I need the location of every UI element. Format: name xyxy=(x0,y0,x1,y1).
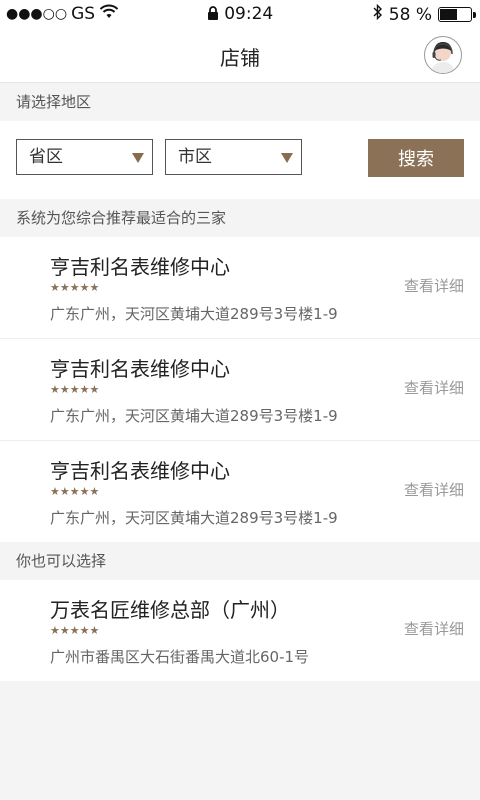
bluetooth-icon xyxy=(373,3,383,25)
store-item[interactable]: 亨吉利名表维修中心 ★★★★★ 广东广州，天河区黄埔大道289号3号楼1-9 查… xyxy=(0,441,480,542)
search-button[interactable]: 搜索 xyxy=(368,139,464,177)
view-details-link[interactable]: 查看详细 xyxy=(404,275,464,296)
clock-time: 09:24 xyxy=(224,4,274,24)
store-name: 亨吉利名表维修中心 xyxy=(50,357,230,381)
store-address: 广东广州，天河区黄埔大道289号3号楼1-9 xyxy=(50,305,338,323)
battery-icon xyxy=(438,7,476,22)
alternative-store-list: 万表名匠维修总部（广州） ★★★★★ 广州市番禺区大石街番禺大道北60-1号 查… xyxy=(0,580,480,681)
page-title: 店铺 xyxy=(220,46,260,70)
star-rating: ★★★★★ xyxy=(50,383,100,396)
region-section-label: 请选择地区 xyxy=(0,83,480,121)
province-select[interactable]: 省区 xyxy=(16,139,153,175)
battery-percent: 58 % xyxy=(388,4,432,25)
store-name: 万表名匠维修总部（广州） xyxy=(50,598,290,622)
recommended-section-label: 系统为您综合推荐最适合的三家 xyxy=(0,199,480,237)
star-rating: ★★★★★ xyxy=(50,624,100,637)
recommended-store-list: 亨吉利名表维修中心 ★★★★★ 广东广州，天河区黄埔大道289号3号楼1-9 查… xyxy=(0,237,480,542)
alternative-section-label: 你也可以选择 xyxy=(0,542,480,580)
store-address: 广东广州，天河区黄埔大道289号3号楼1-9 xyxy=(50,407,338,425)
view-details-link[interactable]: 查看详细 xyxy=(404,377,464,398)
store-name: 亨吉利名表维修中心 xyxy=(50,255,230,279)
avatar[interactable] xyxy=(424,36,462,74)
chevron-down-icon xyxy=(281,153,293,163)
lock-icon xyxy=(207,4,224,24)
battery-fill xyxy=(440,9,457,20)
city-select[interactable]: 市区 xyxy=(165,139,302,175)
store-address: 广州市番禺区大石街番禺大道北60-1号 xyxy=(50,648,310,666)
status-right: 58 % xyxy=(373,3,476,25)
nav-bar: 店铺 xyxy=(0,28,480,83)
customer-service-avatar-icon xyxy=(431,42,455,73)
city-select-value: 市区 xyxy=(178,147,212,167)
store-name: 亨吉利名表维修中心 xyxy=(50,459,230,483)
view-details-link[interactable]: 查看详细 xyxy=(404,618,464,639)
view-details-link[interactable]: 查看详细 xyxy=(404,479,464,500)
store-item[interactable]: 万表名匠维修总部（广州） ★★★★★ 广州市番禺区大石街番禺大道北60-1号 查… xyxy=(0,580,480,681)
status-bar: ●●●○○ GS 09:24 58 % xyxy=(0,0,480,28)
store-item[interactable]: 亨吉利名表维修中心 ★★★★★ 广东广州，天河区黄埔大道289号3号楼1-9 查… xyxy=(0,237,480,339)
chevron-down-icon xyxy=(132,153,144,163)
store-item[interactable]: 亨吉利名表维修中心 ★★★★★ 广东广州，天河区黄埔大道289号3号楼1-9 查… xyxy=(0,339,480,441)
star-rating: ★★★★★ xyxy=(50,281,100,294)
province-select-value: 省区 xyxy=(29,147,63,167)
region-selector-panel: 省区 市区 搜索 xyxy=(0,121,480,199)
store-address: 广东广州，天河区黄埔大道289号3号楼1-9 xyxy=(50,509,338,527)
star-rating: ★★★★★ xyxy=(50,485,100,498)
